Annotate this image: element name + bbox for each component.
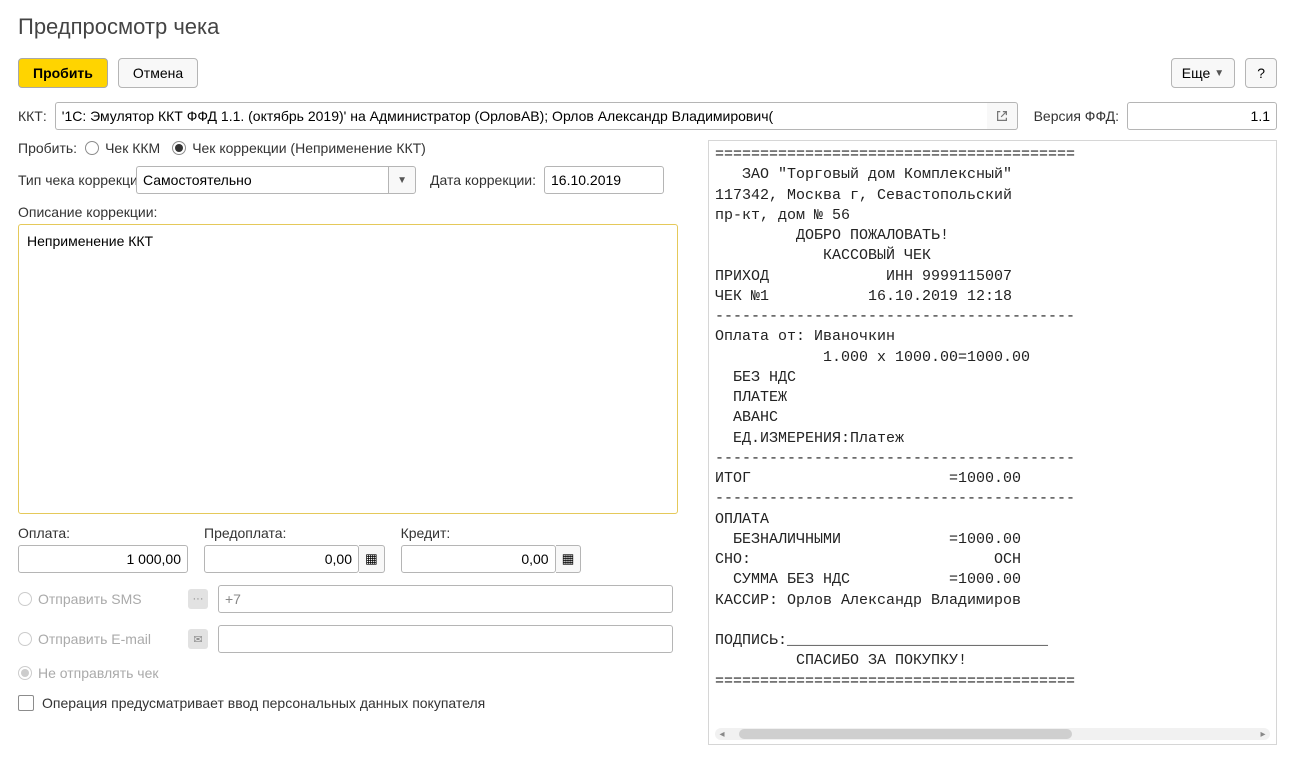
correction-type-row: Тип чека коррекции: ▼ Дата коррекции: <box>18 166 678 194</box>
open-external-icon <box>995 109 1009 123</box>
correction-date-input[interactable] <box>544 166 664 194</box>
radio-send-sms-label: Отправить SMS <box>38 591 142 607</box>
calculator-icon: ▦ <box>365 551 378 567</box>
correction-type-label: Тип чека коррекции: <box>18 172 128 188</box>
prepay-input[interactable] <box>204 545 359 573</box>
personal-data-checkbox[interactable] <box>18 695 34 711</box>
radio-kkm-label: Чек ККМ <box>105 140 160 156</box>
kkt-label: ККТ: <box>18 108 47 124</box>
email-input <box>218 625 673 653</box>
personal-data-label: Операция предусматривает ввод персональн… <box>42 695 485 711</box>
prepay-calc-button[interactable]: ▦ <box>359 545 385 573</box>
punch-mode-row: Пробить: Чек ККМ Чек коррекции (Непримен… <box>18 140 678 156</box>
credit-calc-button[interactable]: ▦ <box>556 545 582 573</box>
correction-date-label: Дата коррекции: <box>430 172 536 188</box>
send-none-row: Не отправлять чек <box>18 665 678 681</box>
radio-correction-label: Чек коррекции (Неприменение ККТ) <box>192 140 426 156</box>
sms-icon: ··· <box>188 589 208 609</box>
correction-type-input[interactable] <box>136 166 388 194</box>
kkt-input[interactable] <box>55 102 987 130</box>
scroll-left-arrow[interactable]: ◂ <box>715 728 729 740</box>
pay-input[interactable] <box>18 545 188 573</box>
radio-kkm[interactable]: Чек ККМ <box>85 140 160 156</box>
punch-button[interactable]: Пробить <box>18 58 108 88</box>
radio-send-email-label: Отправить E-mail <box>38 631 151 647</box>
cancel-button[interactable]: Отмена <box>118 58 198 88</box>
email-icon: ✉ <box>188 629 208 649</box>
pay-label: Оплата: <box>18 525 188 541</box>
more-button[interactable]: Еще ▼ <box>1171 58 1235 88</box>
punch-mode-label: Пробить: <box>18 140 77 156</box>
correction-type-dropdown[interactable]: ▼ <box>388 166 416 194</box>
horizontal-scrollbar[interactable]: ◂ ▸ <box>715 728 1270 740</box>
personal-data-row: Операция предусматривает ввод персональн… <box>18 695 678 711</box>
ffd-version-label: Версия ФФД: <box>1034 108 1119 124</box>
sms-phone-input <box>218 585 673 613</box>
credit-label: Кредит: <box>401 525 582 541</box>
scroll-right-arrow[interactable]: ▸ <box>1256 728 1270 740</box>
radio-correction[interactable]: Чек коррекции (Неприменение ККТ) <box>172 140 426 156</box>
credit-input[interactable] <box>401 545 556 573</box>
send-sms-row: Отправить SMS ··· <box>18 585 678 613</box>
correction-desc-label: Описание коррекции: <box>18 204 678 220</box>
radio-send-none-label: Не отправлять чек <box>38 665 159 681</box>
prepay-label: Предоплата: <box>204 525 385 541</box>
kkt-row: ККТ: Версия ФФД: <box>18 102 1277 130</box>
scroll-thumb[interactable] <box>739 729 1072 739</box>
radio-send-none: Не отправлять чек <box>18 665 178 681</box>
kkt-open-button[interactable] <box>987 102 1018 130</box>
more-label: Еще <box>1182 65 1211 81</box>
ffd-version-input[interactable] <box>1127 102 1277 130</box>
help-button[interactable]: ? <box>1245 58 1277 88</box>
chevron-down-icon: ▼ <box>1214 68 1224 79</box>
receipt-preview: ========================================… <box>708 140 1277 745</box>
correction-desc-textarea[interactable] <box>18 224 678 514</box>
chevron-down-icon: ▼ <box>397 175 407 186</box>
amounts-row: Оплата: Предоплата: ▦ Кредит: ▦ <box>18 525 678 573</box>
toolbar: Пробить Отмена Еще ▼ ? <box>18 58 1277 88</box>
radio-send-sms: Отправить SMS <box>18 591 178 607</box>
send-email-row: Отправить E-mail ✉ <box>18 625 678 653</box>
page-title: Предпросмотр чека <box>18 14 1277 40</box>
calculator-icon: ▦ <box>562 551 575 567</box>
radio-send-email: Отправить E-mail <box>18 631 178 647</box>
receipt-text: ========================================… <box>715 145 1270 725</box>
